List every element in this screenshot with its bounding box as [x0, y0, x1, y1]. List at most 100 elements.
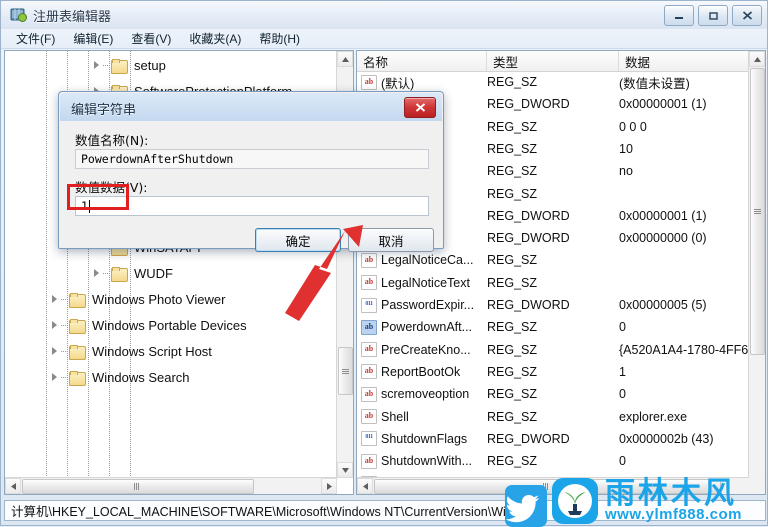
menu-item-view[interactable]: 查看(V): [122, 28, 180, 49]
tree-scroll-left-button[interactable]: [5, 478, 21, 494]
tree-item-setup[interactable]: setup: [89, 55, 168, 75]
grip-icon: [543, 483, 552, 490]
cell-type: REG_SZ: [487, 141, 538, 156]
cell-type: REG_SZ: [487, 320, 538, 335]
cell-type: REG_DWORD: [487, 208, 570, 223]
folder-icon: [69, 318, 86, 334]
list-header: 名称 类型 数据: [357, 51, 749, 72]
folder-icon: [69, 292, 86, 308]
dialog-close-button[interactable]: [404, 97, 436, 118]
tree-item-windows-photo-viewer[interactable]: Windows Photo Viewer: [47, 289, 227, 309]
registry-editor-icon: [10, 8, 27, 22]
maximize-icon: [709, 11, 718, 20]
grip-icon: [342, 368, 349, 375]
list-h-scroll-thumb[interactable]: [374, 479, 721, 494]
cell-name: PreCreateKno...: [361, 340, 471, 360]
tree-item-label: Windows Search: [92, 369, 190, 385]
tree-h-scroll-thumb[interactable]: [22, 479, 254, 494]
cancel-button[interactable]: 取消: [348, 228, 434, 252]
tree-item-windows-search[interactable]: Windows Search: [47, 367, 192, 387]
minimize-button[interactable]: [664, 5, 694, 26]
close-button[interactable]: [732, 5, 762, 26]
cell-data: (数值未设置): [619, 76, 690, 91]
table-row[interactable]: (默认) REG_SZ (数值未设置): [357, 72, 749, 92]
expand-arrow-icon[interactable]: [47, 295, 61, 303]
folder-icon: [69, 344, 86, 360]
cell-type: REG_SZ: [487, 253, 538, 268]
maximize-button[interactable]: [698, 5, 728, 26]
value-name: PowerdownAft...: [381, 320, 473, 335]
list-scroll-up-button[interactable]: [749, 51, 765, 67]
table-row[interactable]: scremoveoption REG_SZ 0: [357, 384, 749, 404]
list-horizontal-scrollbar[interactable]: [357, 477, 749, 494]
table-row[interactable]: Shell REG_SZ explorer.exe: [357, 407, 749, 427]
value-name-input[interactable]: PowerdownAfterShutdown: [75, 149, 429, 169]
table-row[interactable]: LegalNoticeCa... REG_SZ: [357, 250, 749, 270]
value-name: PasswordExpir...: [381, 298, 475, 312]
tree-item-label: Windows Script Host: [92, 343, 212, 359]
menu-item-file[interactable]: 文件(F): [7, 28, 64, 49]
edit-string-dialog: 编辑字符串 数值名称(N): PowerdownAfterShutdown 数值…: [58, 91, 444, 252]
tree-horizontal-scrollbar[interactable]: [5, 477, 337, 494]
cell-data: 0x00000001 (1): [619, 97, 707, 112]
list-vertical-scrollbar[interactable]: [748, 51, 765, 494]
tree-scroll-right-button[interactable]: [321, 478, 337, 494]
cell-data: 0: [619, 320, 626, 335]
ok-button[interactable]: 确定: [255, 228, 341, 252]
tree-scroll-down-button[interactable]: [337, 462, 353, 478]
expand-arrow-icon[interactable]: [47, 373, 61, 381]
table-row[interactable]: ShutdownWith... REG_SZ 0: [357, 451, 749, 471]
chevron-right-icon: [326, 482, 332, 490]
status-bar: 计算机\HKEY_LOCAL_MACHINE\SOFTWARE\Microsof…: [4, 500, 766, 521]
tree-item-windows-script-host[interactable]: Windows Script Host: [47, 341, 214, 361]
string-value-icon: [361, 409, 377, 424]
tree-scroll-up-button[interactable]: [337, 51, 353, 67]
registry-editor-window: 注册表编辑器 文件(F) 编辑(E) 查看(V) 收藏夹(A) 帮助(H) se…: [0, 0, 768, 527]
value-name: (默认): [381, 76, 415, 91]
cell-name: (默认): [361, 72, 414, 92]
cell-data: 0: [619, 387, 626, 402]
list-scroll-thumb[interactable]: [750, 68, 765, 355]
column-header-data[interactable]: 数据: [619, 51, 749, 71]
cell-data: 0 0 0: [619, 119, 647, 134]
column-header-name[interactable]: 名称: [357, 51, 487, 71]
tree-item-windows-portable-devices[interactable]: Windows Portable Devices: [47, 315, 249, 335]
window-title: 注册表编辑器: [33, 9, 112, 24]
tree-connector: [61, 376, 68, 378]
menu-item-help[interactable]: 帮助(H): [250, 28, 309, 49]
expand-arrow-icon[interactable]: [47, 321, 61, 329]
expand-arrow-icon[interactable]: [47, 347, 61, 355]
tree-scroll-thumb[interactable]: [338, 347, 353, 395]
dword-value-icon: [361, 431, 377, 447]
tree-item-wudf[interactable]: WUDF: [89, 263, 175, 283]
string-value-icon: [361, 364, 377, 380]
expand-arrow-icon[interactable]: [89, 269, 103, 277]
table-row[interactable]: ReportBootOk REG_SZ 1: [357, 362, 749, 382]
tree-item-label: Windows Photo Viewer: [92, 291, 226, 307]
string-value-icon: [361, 386, 377, 402]
cell-type: REG_DWORD: [487, 231, 570, 246]
dialog-title: 编辑字符串: [71, 102, 137, 117]
table-row[interactable]: PasswordExpir... REG_DWORD 0x00000005 (5): [357, 295, 749, 315]
menu-item-edit[interactable]: 编辑(E): [64, 28, 122, 49]
expand-arrow-icon[interactable]: [89, 61, 103, 69]
table-row[interactable]: LegalNoticeText REG_SZ: [357, 273, 749, 293]
title-bar: 注册表编辑器: [1, 1, 767, 30]
menu-item-favorites[interactable]: 收藏夹(A): [180, 28, 250, 49]
tree-connector: [103, 272, 110, 274]
cell-data: {A520A1A4-1780-4FF6-B: [619, 342, 761, 357]
tree-guide-line: [46, 51, 47, 494]
cell-data: 0x00000005 (5): [619, 298, 707, 312]
cell-data: 0x0000002b (43): [619, 431, 714, 446]
list-scroll-left-button[interactable]: [357, 478, 373, 494]
value-name: ReportBootOk: [381, 364, 461, 379]
column-header-type[interactable]: 类型: [487, 51, 619, 71]
table-row[interactable]: ShutdownFlags REG_DWORD 0x0000002b (43): [357, 429, 749, 449]
minimize-icon: [675, 16, 683, 19]
table-row[interactable]: PowerdownAft... REG_SZ 0: [357, 317, 749, 337]
table-row[interactable]: PreCreateKno... REG_SZ {A520A1A4-1780-4FF6…: [357, 340, 761, 360]
string-value-icon: [361, 275, 377, 291]
cell-name: ShutdownFlags: [361, 429, 467, 449]
cell-data: 0x00000000 (0): [619, 231, 707, 246]
value-name: LegalNoticeCa...: [381, 253, 474, 268]
